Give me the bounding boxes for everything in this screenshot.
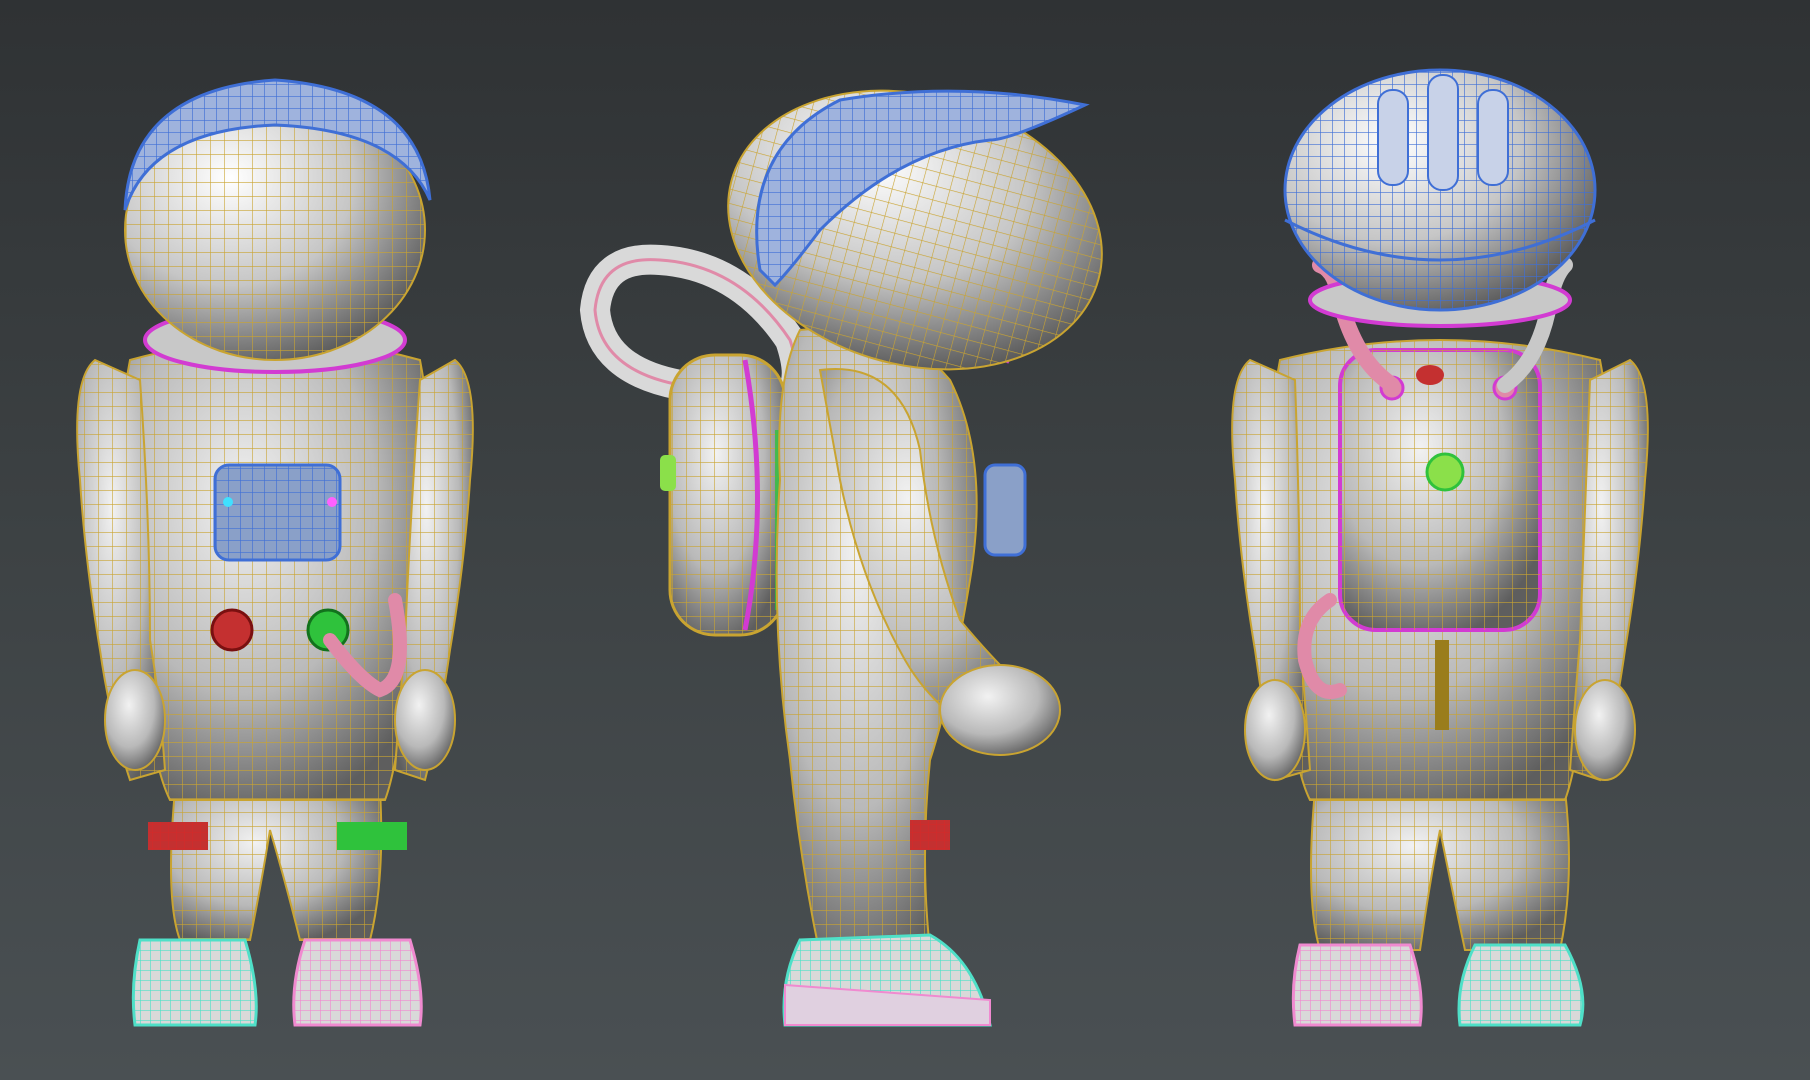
back-red-valve [1416,365,1444,385]
front-right-glove [394,669,456,771]
astronaut-back-view[interactable] [1231,68,1649,1027]
back-helmet-ridge-left [1377,89,1409,186]
back-green-dial [1425,452,1465,492]
back-spine-strip [1435,640,1449,730]
side-chest-panel [983,463,1027,557]
side-glove [939,664,1061,756]
back-helmet-ridge-center [1427,74,1459,191]
astronaut-side-view[interactable] [579,50,1133,1027]
astronaut-wireframe-scene [76,50,1649,1027]
back-right-glove [1574,679,1636,781]
back-left-glove [1244,679,1306,781]
astronaut-front-view[interactable] [76,78,474,1027]
front-red-valve [210,608,254,652]
back-helmet-ridge-right [1477,89,1509,186]
front-left-glove [104,669,166,771]
3d-viewport[interactable] [0,0,1810,1080]
